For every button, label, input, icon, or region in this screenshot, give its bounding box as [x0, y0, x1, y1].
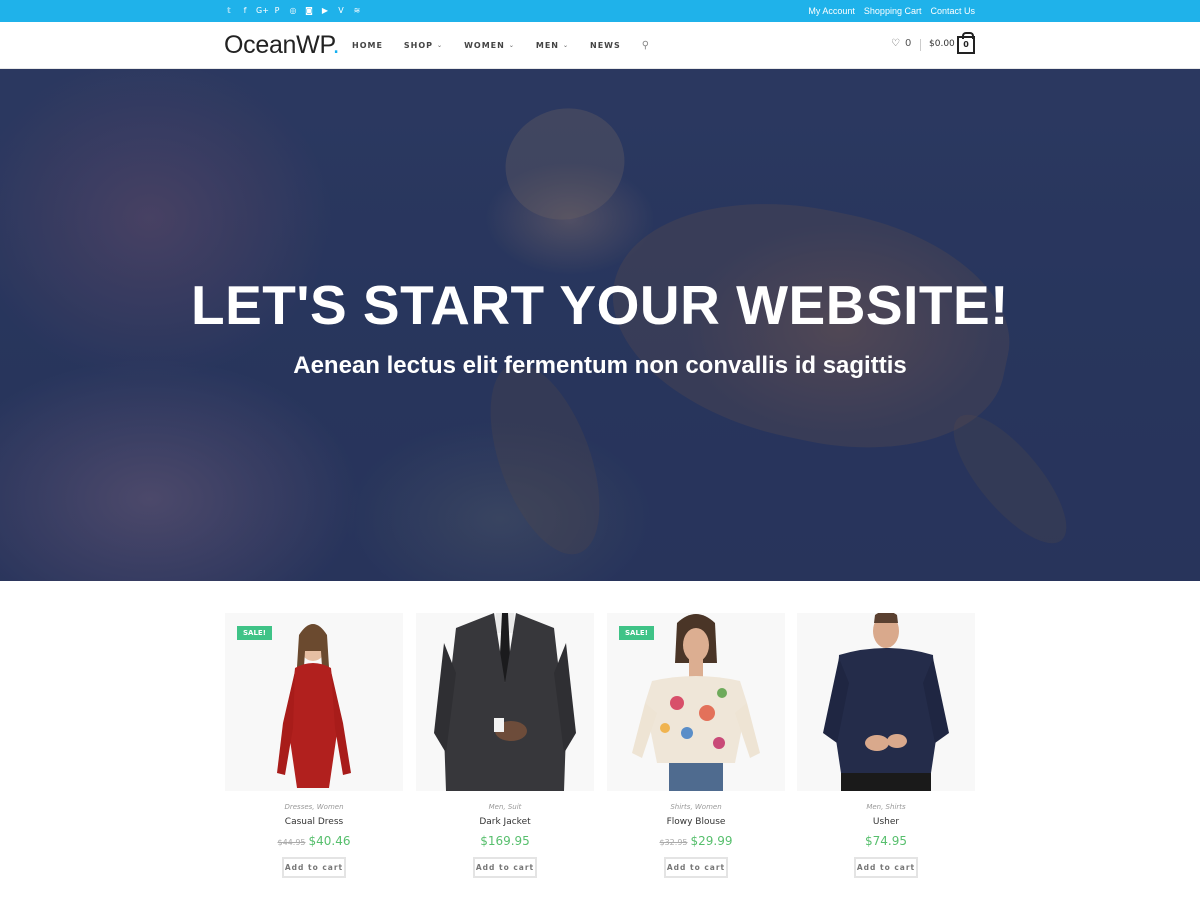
- nav-label: NEWS: [590, 41, 621, 50]
- add-to-cart-button[interactable]: Add to cart: [282, 857, 346, 878]
- product-price: $44.95 $40.46: [225, 834, 403, 848]
- header-divider: [920, 39, 921, 51]
- my-account-link[interactable]: My Account: [808, 6, 855, 16]
- product-image[interactable]: SALE!: [607, 613, 785, 791]
- add-to-cart-button[interactable]: Add to cart: [664, 857, 728, 878]
- product-price: $32.95 $29.99: [607, 834, 785, 848]
- add-to-cart-button[interactable]: Add to cart: [854, 857, 918, 878]
- sale-badge: SALE!: [619, 626, 654, 640]
- product-card: SALE! Dresses, Women Casual Dress $44.95…: [225, 613, 403, 878]
- twitter-icon[interactable]: 𝕥: [224, 0, 234, 22]
- add-to-cart-button[interactable]: Add to cart: [473, 857, 537, 878]
- cart-count: 0: [963, 40, 969, 49]
- wishlist-count: 0: [904, 38, 912, 49]
- hero-title: LET'S START YOUR WEBSITE!: [190, 274, 1009, 336]
- product-grid: SALE! Dresses, Women Casual Dress $44.95…: [225, 613, 975, 893]
- cart-bag-icon[interactable]: 0: [957, 32, 975, 54]
- product-categories[interactable]: Shirts, Women: [607, 803, 785, 811]
- current-price: $74.95: [865, 834, 907, 848]
- product-price: $169.95: [416, 834, 594, 848]
- product-name[interactable]: Flowy Blouse: [607, 817, 785, 827]
- product-categories[interactable]: Men, Suit: [416, 803, 594, 811]
- product-categories[interactable]: Dresses, Women: [225, 803, 403, 811]
- facebook-icon[interactable]: f: [240, 0, 250, 22]
- current-price: $29.99: [690, 834, 733, 848]
- product-image[interactable]: [797, 613, 975, 791]
- nav-label: HOME: [352, 41, 383, 50]
- sale-badge: SALE!: [237, 626, 272, 640]
- product-name[interactable]: Usher: [797, 817, 975, 827]
- dribbble-icon[interactable]: ◎: [288, 0, 298, 22]
- site-logo[interactable]: OceanWP.: [224, 31, 340, 60]
- current-price: $169.95: [480, 834, 530, 848]
- product-card: Men, Shirts Usher $74.95 Add to cart: [797, 613, 975, 878]
- product-card: SALE! Shirts, Women Flowy Blouse $32.95 $…: [607, 613, 785, 878]
- navy-shirt-figure: [823, 613, 949, 791]
- main-nav: HOME SHOP ⌄ WOMEN ⌄ MEN ⌄ NEWS ⚲: [352, 22, 649, 69]
- youtube-icon[interactable]: ▶: [320, 0, 330, 22]
- product-name[interactable]: Casual Dress: [225, 817, 403, 827]
- product-image[interactable]: SALE!: [225, 613, 403, 791]
- nav-item-news[interactable]: NEWS: [590, 41, 621, 50]
- nav-label: WOMEN: [464, 41, 505, 50]
- current-price: $40.46: [308, 834, 351, 848]
- hero-banner: LET'S START YOUR WEBSITE! Aenean lectus …: [0, 69, 1200, 581]
- logo-text: OceanWP: [224, 31, 333, 59]
- chevron-down-icon: ⌄: [508, 42, 515, 49]
- instagram-icon[interactable]: ◙: [304, 0, 314, 22]
- google-plus-icon[interactable]: G+: [256, 0, 269, 22]
- product-card: Men, Suit Dark Jacket $169.95 Add to car…: [416, 613, 594, 878]
- nav-label: MEN: [535, 41, 559, 50]
- nav-item-shop[interactable]: SHOP ⌄: [404, 41, 443, 50]
- cart-total[interactable]: $0.00: [929, 39, 955, 49]
- product-price: $74.95: [797, 834, 975, 848]
- logo-dot: .: [332, 31, 340, 59]
- old-price: $44.95: [277, 838, 306, 847]
- product-categories[interactable]: Men, Shirts: [797, 803, 975, 811]
- chevron-down-icon: ⌄: [437, 42, 444, 49]
- shopping-cart-link[interactable]: Shopping Cart: [864, 6, 922, 16]
- top-bar-links: My Account Shopping Cart Contact Us: [808, 0, 975, 22]
- search-icon[interactable]: ⚲: [642, 40, 649, 51]
- site-header: OceanWP. HOME SHOP ⌄ WOMEN ⌄ MEN ⌄ NEWS ⚲ ♡…: [0, 22, 1200, 69]
- social-links: 𝕥 f G+ P ◎ ◙ ▶ V ≋: [224, 0, 362, 22]
- nav-item-women[interactable]: WOMEN ⌄: [464, 41, 515, 50]
- nav-label: SHOP: [403, 41, 434, 50]
- old-price: $32.95: [659, 838, 688, 847]
- pinterest-icon[interactable]: P: [272, 0, 282, 22]
- product-name[interactable]: Dark Jacket: [416, 817, 594, 827]
- heart-icon: ♡: [891, 38, 900, 49]
- wishlist-link[interactable]: ♡ 0: [891, 38, 911, 49]
- nav-item-home[interactable]: HOME: [352, 41, 383, 50]
- vimeo-icon[interactable]: V: [336, 0, 346, 22]
- rss-icon[interactable]: ≋: [352, 0, 362, 22]
- top-bar: 𝕥 f G+ P ◎ ◙ ▶ V ≋ My Account Shopping C…: [0, 0, 1200, 22]
- contact-us-link[interactable]: Contact Us: [930, 6, 975, 16]
- product-image[interactable]: [416, 613, 594, 791]
- dark-jacket-figure: [434, 613, 576, 791]
- nav-item-men[interactable]: MEN ⌄: [536, 41, 569, 50]
- hero-subtitle: Aenean lectus elit fermentum non convall…: [293, 352, 907, 379]
- chevron-down-icon: ⌄: [562, 42, 570, 49]
